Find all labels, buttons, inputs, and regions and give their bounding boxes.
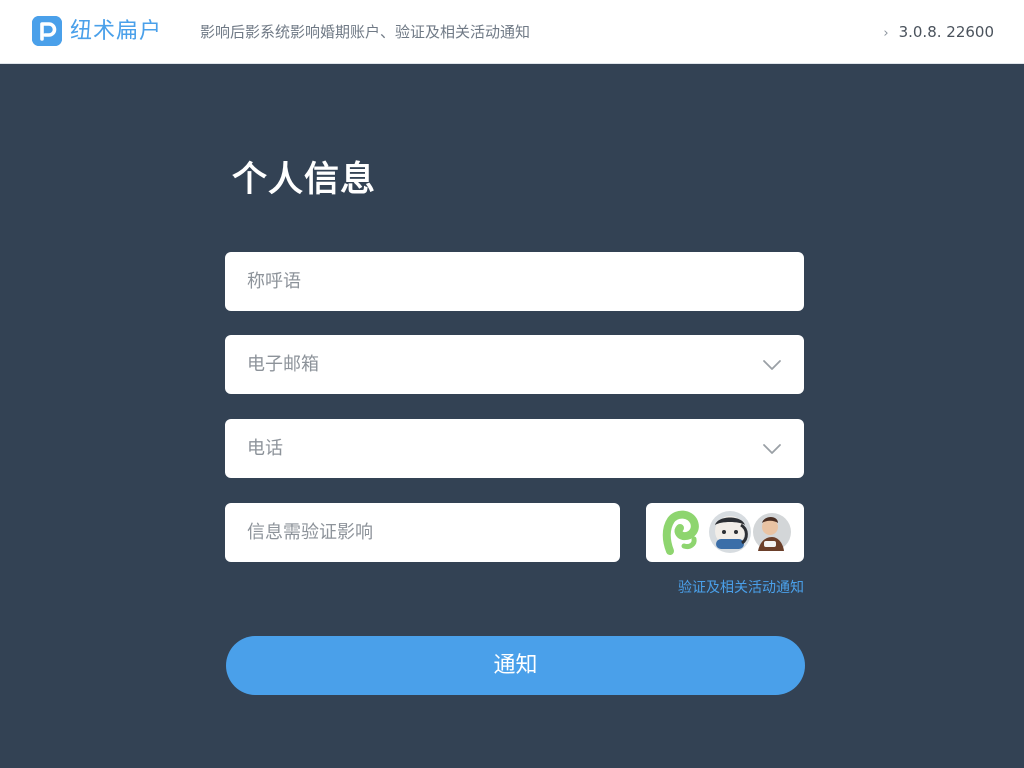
verify-link[interactable]: 验证及相关活动通知 — [678, 578, 804, 598]
captcha-image[interactable] — [646, 503, 804, 562]
captcha-input-placeholder: 信息需验证影响 — [247, 522, 373, 543]
chevron-down-icon[interactable] — [762, 439, 782, 459]
brand-name[interactable]: 纽术扁户 — [70, 17, 162, 47]
captcha-input[interactable]: 信息需验证影响 — [225, 503, 620, 562]
phone-field-placeholder: 电话 — [247, 438, 283, 459]
email-field[interactable]: 电子邮箱 — [225, 335, 804, 394]
form-title: 个人信息 — [232, 160, 377, 200]
p-logo-icon[interactable] — [32, 16, 62, 46]
name-field-placeholder: 称呼语 — [247, 271, 301, 292]
email-field-placeholder: 电子邮箱 — [247, 354, 319, 375]
name-field[interactable]: 称呼语 — [225, 252, 804, 311]
phone-field[interactable]: 电话 — [225, 419, 804, 478]
submit-button[interactable]: 通知 — [226, 636, 805, 695]
chevron-down-icon[interactable] — [762, 355, 782, 375]
page: 纽术扁户 影响后影系统影响婚期账户、验证及相关活动通知 › 3.0.8. 2260… — [0, 0, 1024, 768]
top-header: 纽术扁户 影响后影系统影响婚期账户、验证及相关活动通知 › 3.0.8. 2260… — [0, 0, 1024, 64]
header-right-text: 3.0.8. 22600 — [898, 23, 994, 41]
header-right-info: › 3.0.8. 22600 — [883, 22, 994, 44]
chevron-right-icon[interactable]: › — [883, 26, 888, 41]
header-message: 影响后影系统影响婚期账户、验证及相关活动通知 — [200, 23, 531, 41]
